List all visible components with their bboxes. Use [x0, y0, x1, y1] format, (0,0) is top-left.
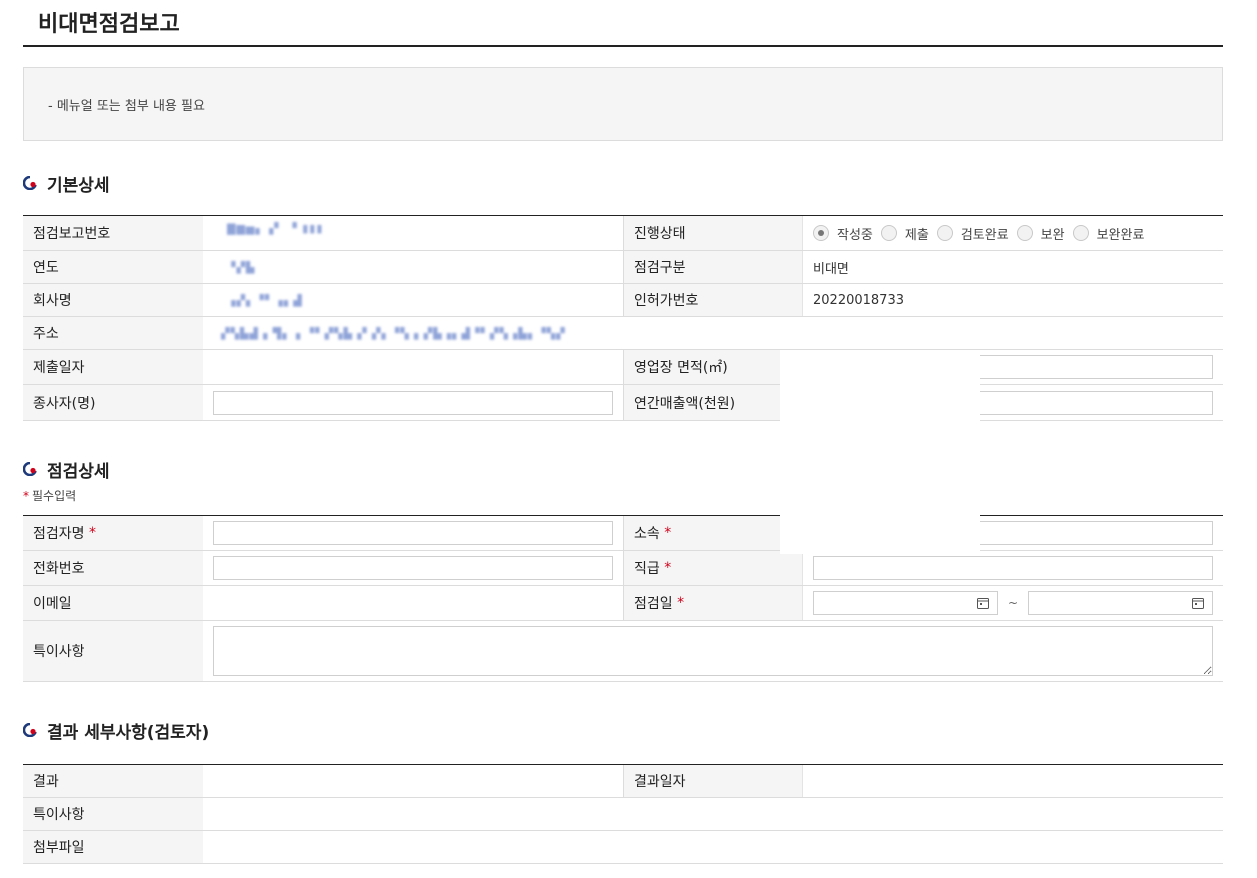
- status-radio-label: 보완: [1040, 227, 1065, 243]
- section-bullet-icon: [23, 462, 37, 476]
- email-value: [203, 586, 623, 620]
- calendar-icon[interactable]: [977, 597, 989, 609]
- position-label: 직급 *: [623, 551, 803, 585]
- redaction-mask: [780, 350, 980, 422]
- start-date-input[interactable]: [813, 591, 998, 615]
- basic-table: 점검보고번호 ▇▆▅▖▗▘ ▝ ▮▮▮ 진행상태 작성중 제출 검토완료 보완 보완완료…: [23, 215, 1223, 421]
- year-value: ▝▞▙: [227, 260, 256, 274]
- status-radio-option[interactable]: 검토완료: [936, 224, 1009, 243]
- status-radio-label: 제출: [904, 227, 929, 243]
- table-row: 점검보고번호 ▇▆▅▖▗▘ ▝ ▮▮▮ 진행상태 작성중 제출 검토완료 보완 보완완료: [23, 216, 1223, 251]
- status-radio-label: 검토완료: [960, 227, 1009, 243]
- inspect-date-label: 점검일 *: [623, 586, 803, 620]
- email-label: 이메일: [23, 586, 203, 620]
- year-label: 연도: [23, 251, 203, 283]
- section-bullet-icon: [23, 723, 37, 737]
- result-remarks-label: 특이사항: [23, 798, 203, 830]
- status-radio-label: 작성중: [837, 227, 873, 243]
- result-value: [203, 765, 623, 797]
- inspect-type-value: 비대면: [813, 261, 849, 277]
- address-label: 주소: [23, 317, 203, 349]
- position-input[interactable]: [813, 556, 1213, 580]
- phone-label: 전화번호: [23, 551, 203, 585]
- address-value: ▞▚▙▟▗ ▜▖▗ ▝▘▞▚▙▗▘▞▖▝▚▗ ▞▙▗▖▟▝▘▞▚▗▙▖▝▚▞: [221, 326, 566, 340]
- area-label: 영업장 면적(㎡): [623, 350, 803, 384]
- submit-date-value: [203, 350, 623, 384]
- result-date-value: [803, 765, 1223, 797]
- section-inspect-title: 점검상세: [23, 455, 1223, 483]
- phone-input[interactable]: [213, 556, 613, 580]
- section-basic-title: 기본상세: [23, 169, 1223, 197]
- radio-circle-icon[interactable]: [813, 225, 829, 241]
- inspector-input[interactable]: [213, 521, 613, 545]
- remarks-label: 특이사항: [23, 621, 203, 681]
- result-label: 결과: [23, 765, 203, 797]
- remarks-textarea[interactable]: [213, 626, 1213, 676]
- page-title: 비대면점검보고: [23, 0, 1223, 47]
- result-table: 결과 결과일자 특이사항 첨부파일: [23, 764, 1223, 864]
- inspect-type-label: 점검구분: [623, 251, 803, 283]
- table-row: 특이사항: [23, 621, 1223, 682]
- page: 비대면점검보고 - 메뉴얼 또는 첨부 내용 필요 기본상세 점검보고번호 ▇▆…: [23, 0, 1223, 864]
- radio-circle-icon[interactable]: [936, 225, 953, 241]
- company-value: ▗▞▖▝▘▗▖▟: [227, 293, 303, 307]
- section-bullet-icon: [23, 176, 37, 190]
- radio-circle-icon[interactable]: [1016, 225, 1033, 241]
- status-radio-option[interactable]: 제출: [880, 224, 929, 243]
- dept-label: 소속 *: [623, 516, 803, 550]
- table-row: 첨부파일: [23, 831, 1223, 864]
- required-note: * 필수입력: [23, 489, 77, 503]
- end-date-input[interactable]: [1028, 591, 1213, 615]
- status-radio-group: 작성중 제출 검토완료 보완 보완완료: [803, 216, 1223, 250]
- license-value: 20220018733: [813, 292, 904, 308]
- inspect-table: 점검자명 * 소속 * 전화번호 직급 * 이메일 점검일 * ~ 특이사항: [23, 515, 1223, 682]
- company-label: 회사명: [23, 284, 203, 316]
- calendar-icon[interactable]: [1192, 597, 1204, 609]
- date-separator: ~: [1007, 596, 1019, 610]
- table-row: 점검자명 * 소속 *: [23, 516, 1223, 551]
- result-remarks-value: [203, 798, 1223, 830]
- attach-label: 첨부파일: [23, 831, 203, 863]
- status-label: 진행상태: [623, 216, 803, 250]
- result-date-label: 결과일자: [623, 765, 803, 797]
- report-no-label: 점검보고번호: [23, 216, 203, 250]
- table-row: 제출일자 영업장 면적(㎡): [23, 350, 1223, 385]
- employees-input[interactable]: [213, 390, 613, 415]
- table-row: 회사명 ▗▞▖▝▘▗▖▟ 인허가번호 20220018733: [23, 284, 1223, 317]
- radio-circle-icon[interactable]: [880, 225, 897, 241]
- attach-value: [203, 831, 1223, 863]
- employees-label: 종사자(명): [23, 385, 203, 420]
- radio-circle-icon[interactable]: [1072, 225, 1089, 241]
- sales-label: 연간매출액(천원): [623, 385, 803, 420]
- submit-date-label: 제출일자: [23, 350, 203, 384]
- table-row: 결과 결과일자: [23, 765, 1223, 798]
- notice-text: - 메뉴얼 또는 첨부 내용 필요: [48, 99, 205, 114]
- report-no-value: ▇▆▅▖▗▘ ▝ ▮▮▮: [227, 221, 324, 235]
- table-row: 종사자(명) 연간매출액(천원): [23, 385, 1223, 421]
- status-radio-option[interactable]: 보완완료: [1072, 224, 1145, 243]
- table-row: 특이사항: [23, 798, 1223, 831]
- inspector-label: 점검자명 *: [23, 516, 203, 550]
- license-label: 인허가번호: [623, 284, 803, 316]
- table-row: 주소 ▞▚▙▟▗ ▜▖▗ ▝▘▞▚▙▗▘▞▖▝▚▗ ▞▙▗▖▟▝▘▞▚▗▙▖▝▚…: [23, 317, 1223, 350]
- status-radio-option[interactable]: 작성중: [813, 224, 873, 243]
- status-radio-option[interactable]: 보완: [1016, 224, 1065, 243]
- table-row: 전화번호 직급 *: [23, 551, 1223, 586]
- status-radio-label: 보완완료: [1096, 227, 1145, 243]
- table-row: 연도 ▝▞▙ 점검구분 비대면: [23, 251, 1223, 284]
- section-result-title: 결과 세부사항(검토자): [23, 716, 1223, 744]
- notice-box: - 메뉴얼 또는 첨부 내용 필요: [23, 67, 1223, 141]
- redaction-mask: [780, 510, 980, 554]
- table-row: 이메일 점검일 * ~: [23, 586, 1223, 621]
